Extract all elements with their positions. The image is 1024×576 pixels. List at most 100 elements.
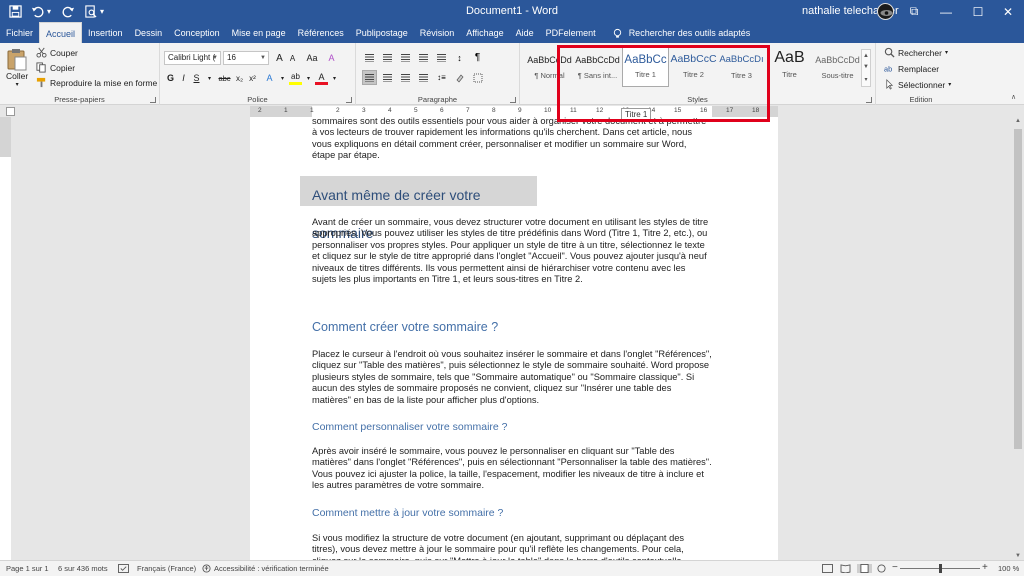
align-right-icon[interactable] [398,70,413,85]
undo-dropdown-icon[interactable]: ▾ [47,7,55,16]
web-layout-icon[interactable] [876,564,887,573]
document-page[interactable]: sommaires sont des outils essentiels pou… [250,117,778,560]
style-titre-2[interactable]: AaBbCcC Titre 2 [670,47,717,87]
tab-fichier[interactable]: Fichier [0,23,39,43]
ruler-track[interactable]: 21123456789101112131415161718 [250,106,778,117]
scroll-up-icon[interactable]: ▲ [1012,118,1024,124]
find-button[interactable]: Rechercher ▾ [884,47,948,58]
tab-references[interactable]: Références [292,23,350,43]
print-preview-icon[interactable] [81,3,99,21]
show-formatting-icon[interactable]: ¶ [470,50,485,65]
tab-aide[interactable]: Aide [510,23,540,43]
paragraph-3[interactable]: Après avoir inséré le sommaire, vous pou… [312,446,712,492]
scroll-thumb[interactable] [1014,129,1022,449]
underline-dropdown-icon[interactable]: ▾ [203,71,216,85]
intro-paragraph[interactable]: sommaires sont des outils essentiels pou… [312,117,712,162]
heading-2[interactable]: Comment créer votre sommaire ? [312,320,498,334]
font-size-select[interactable]: 16 ▼ [223,51,269,65]
italic-button[interactable]: I [177,71,190,85]
cut-button[interactable]: Couper [36,47,78,58]
tab-revision[interactable]: Révision [414,23,461,43]
paste-button[interactable]: Coller ▾ [6,47,28,88]
superscript-button[interactable]: x² [246,71,259,85]
font-color-button[interactable]: A [315,71,328,85]
paste-dropdown-icon[interactable]: ▾ [16,81,19,88]
gallery-up-icon[interactable]: ▲ [863,53,869,59]
font-color-dropdown-icon[interactable]: ▾ [328,71,341,85]
language[interactable]: Français (France) [137,564,196,573]
undo-icon[interactable] [28,3,46,21]
collapse-ribbon-icon[interactable]: ∧ [1011,93,1016,101]
zoom-level[interactable]: 100 % [998,564,1019,573]
format-painter-button[interactable]: Reproduire la mise en forme [36,77,157,88]
word-count[interactable]: 6 sur 436 mots [58,564,108,573]
tab-mise-en-page[interactable]: Mise en page [226,23,292,43]
style-titre[interactable]: AaB Titre [766,47,813,87]
scroll-down-icon[interactable]: ▼ [1012,553,1024,559]
heading-3[interactable]: Comment personnaliser votre sommaire ? [312,421,508,433]
gallery-more-icon[interactable]: ▾ [864,76,867,83]
style-titre-3[interactable]: AaBbCcDı Titre 3 [718,47,765,87]
underline-button[interactable]: S [190,71,203,85]
style-sous-titre[interactable]: AaBbCcDd Sous-titre [814,47,861,87]
tab-pdfelement[interactable]: PDFelement [540,23,602,43]
strikethrough-button[interactable]: abc [216,71,233,85]
gallery-down-icon[interactable]: ▼ [863,64,869,70]
text-effects-dropdown-icon[interactable]: ▾ [276,71,289,85]
qat-customize-icon[interactable]: ▾ [100,7,108,16]
font-launcher-icon[interactable] [346,97,352,103]
font-family-select[interactable]: Calibri Light (▼ [164,51,221,65]
tab-insertion[interactable]: Insertion [82,23,129,43]
minimize-icon[interactable]: — [930,0,962,23]
style-sans-interligne[interactable]: AaBbCcDd ¶ Sans int... [574,47,621,87]
close-icon[interactable]: ✕ [992,0,1024,23]
numbering-icon[interactable] [380,50,395,65]
find-dropdown-icon[interactable]: ▾ [945,49,948,56]
paragraph-2[interactable]: Placez le curseur à l'endroit où vous so… [312,349,712,406]
save-icon[interactable] [6,3,24,21]
heading-4[interactable]: Comment mettre à jour votre sommaire ? [312,507,503,519]
highlight-button[interactable]: ab [289,71,302,85]
sort-icon[interactable]: ↕ [452,50,467,65]
line-spacing-icon[interactable]: ↕≡ [434,70,449,85]
shrink-font-button[interactable]: A [286,51,299,65]
copy-button[interactable]: Copier [36,62,75,73]
ribbon-display-icon[interactable]: ⧉ [898,0,930,23]
decrease-indent-icon[interactable] [416,50,431,65]
text-effects-button[interactable]: A [263,71,276,85]
increase-indent-icon[interactable] [434,50,449,65]
borders-icon[interactable] [470,70,485,85]
tab-publipostage[interactable]: Publipostage [350,23,414,43]
tab-affichage[interactable]: Affichage [460,23,509,43]
maximize-icon[interactable]: ☐ [962,0,994,23]
proofing-icon[interactable] [118,564,129,573]
tab-accueil[interactable]: Accueil [39,22,83,43]
read-mode-icon[interactable] [840,564,851,573]
page-count[interactable]: Page 1 sur 1 [6,564,49,573]
multilevel-list-icon[interactable] [398,50,413,65]
select-button[interactable]: Sélectionner ▾ [884,79,951,90]
focus-mode-icon[interactable] [822,564,833,573]
style-titre-1[interactable]: AaBbCc Titre 1 [622,47,669,87]
subscript-button[interactable]: x₂ [233,71,246,85]
print-layout-icon[interactable] [857,564,872,573]
zoom-in-button[interactable]: + [982,562,988,573]
tab-conception[interactable]: Conception [168,23,226,43]
vertical-scrollbar[interactable]: ▲ ▼ [1012,117,1024,560]
zoom-out-button[interactable]: − [892,562,898,573]
heading-1[interactable]: Avant même de créer votre sommaire [300,176,537,241]
tab-selector-icon[interactable] [6,107,15,116]
replace-button[interactable]: ab Remplacer [884,63,939,74]
highlight-dropdown-icon[interactable]: ▾ [302,71,315,85]
shading-icon[interactable] [452,70,467,85]
align-left-icon[interactable] [362,70,377,85]
paragraph-1[interactable]: Avant de créer un sommaire, vous devez s… [312,217,712,285]
grow-font-button[interactable]: A [273,51,286,65]
align-center-icon[interactable] [380,70,395,85]
clipboard-launcher-icon[interactable] [150,97,156,103]
style-normal[interactable]: AaBbCcDd ¶ Normal [526,47,573,87]
clear-formatting-button[interactable]: A [325,51,338,65]
zoom-slider-thumb[interactable] [939,564,942,573]
bold-button[interactable]: G [164,71,177,85]
redo-icon[interactable] [59,3,77,21]
